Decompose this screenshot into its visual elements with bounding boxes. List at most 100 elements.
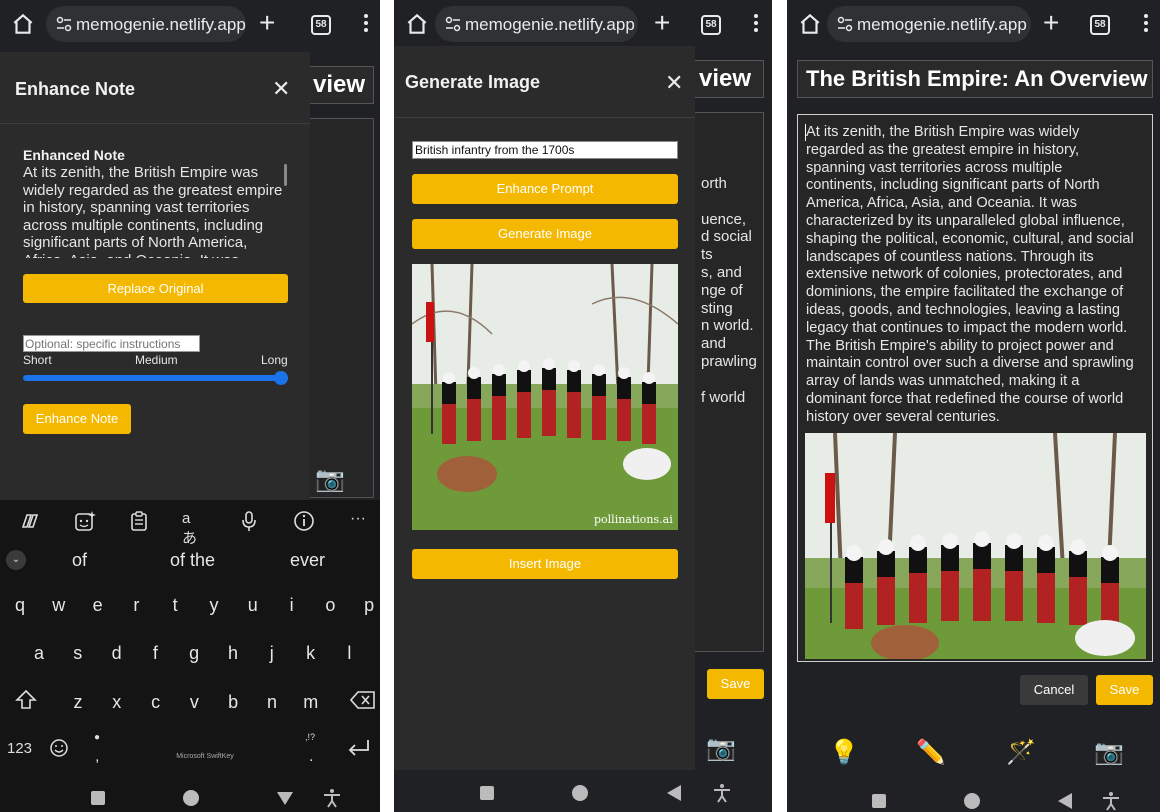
key-e[interactable]: e xyxy=(83,595,113,616)
space-bar[interactable]: Microsoft SwiftKey xyxy=(122,736,288,772)
info-icon[interactable] xyxy=(293,510,315,532)
accessibility-icon[interactable] xyxy=(322,788,342,808)
new-tab-icon[interactable]: + xyxy=(259,9,275,37)
key-m[interactable]: m xyxy=(296,692,326,713)
length-slider-track[interactable] xyxy=(23,375,288,381)
key-v[interactable]: v xyxy=(179,692,209,713)
site-settings-icon[interactable] xyxy=(837,16,853,32)
key-p[interactable]: p xyxy=(354,595,380,616)
key-s[interactable]: s xyxy=(63,643,93,664)
key-n[interactable]: n xyxy=(257,692,287,713)
note-editor[interactable]: At its zenith, the British Empire was wi… xyxy=(797,114,1153,662)
key-c[interactable]: c xyxy=(141,692,171,713)
copilot-icon[interactable] xyxy=(18,510,40,532)
close-icon[interactable]: ✕ xyxy=(665,70,683,96)
site-settings-icon[interactable] xyxy=(56,16,72,32)
tab-switcher-button[interactable]: 58 xyxy=(1090,15,1110,35)
key-b[interactable]: b xyxy=(218,692,248,713)
key-y[interactable]: y xyxy=(199,595,229,616)
key-t[interactable]: t xyxy=(160,595,190,616)
tab-switcher-button[interactable]: 58 xyxy=(701,15,721,35)
new-tab-icon[interactable]: + xyxy=(1043,9,1059,37)
key-o[interactable]: o xyxy=(315,595,345,616)
lightbulb-icon[interactable]: 💡 xyxy=(829,741,859,765)
nav-home-icon[interactable] xyxy=(572,785,588,801)
magic-wand-icon[interactable]: 🪄 xyxy=(1006,741,1036,765)
nav-back-icon[interactable] xyxy=(666,784,682,802)
microphone-icon[interactable] xyxy=(238,510,260,532)
key-l[interactable]: l xyxy=(334,643,364,664)
key-a[interactable]: a xyxy=(24,643,54,664)
numbers-key[interactable]: 123 xyxy=(7,740,32,757)
key-f[interactable]: f xyxy=(140,643,170,664)
key-k[interactable]: k xyxy=(296,643,326,664)
key-j[interactable]: j xyxy=(257,643,287,664)
key-i[interactable]: i xyxy=(277,595,307,616)
backspace-icon[interactable] xyxy=(350,690,376,710)
pencil-icon[interactable]: ✏️ xyxy=(916,741,946,765)
camera-icon[interactable]: 📷 xyxy=(1094,741,1124,765)
comma-key[interactable]: , xyxy=(95,748,99,766)
replace-original-button[interactable]: Replace Original xyxy=(23,274,288,303)
key-w[interactable]: w xyxy=(44,595,74,616)
period-key[interactable]: . xyxy=(309,748,313,766)
address-bar[interactable]: memogenie.netlify.app xyxy=(46,6,246,42)
background-text-fragment: sting xyxy=(701,299,733,317)
new-tab-icon[interactable]: + xyxy=(654,9,670,37)
camera-icon[interactable]: 📷 xyxy=(315,468,345,492)
enhance-prompt-button[interactable]: Enhance Prompt xyxy=(412,174,678,204)
suggestion-3[interactable]: ever xyxy=(290,550,325,571)
cancel-button[interactable]: Cancel xyxy=(1020,675,1088,705)
sticker-icon[interactable] xyxy=(74,510,96,532)
nav-hide-keyboard-icon[interactable] xyxy=(276,790,294,806)
tab-switcher-button[interactable]: 58 xyxy=(311,15,331,35)
note-title-input[interactable]: The British Empire: An Overview xyxy=(797,60,1153,98)
instructions-input[interactable] xyxy=(23,335,200,352)
key-h[interactable]: h xyxy=(218,643,248,664)
nav-recents-icon[interactable] xyxy=(91,791,105,805)
site-settings-icon[interactable] xyxy=(445,16,461,32)
key-u[interactable]: u xyxy=(238,595,268,616)
save-button[interactable]: Save xyxy=(1096,675,1153,705)
more-menu-icon[interactable] xyxy=(364,14,368,36)
home-icon[interactable] xyxy=(404,11,430,37)
image-prompt-input[interactable]: British infantry from the 1700s xyxy=(412,141,678,159)
emoji-icon[interactable] xyxy=(49,738,69,758)
collapse-suggestions-icon[interactable]: ⌄ xyxy=(6,550,26,570)
scrollbar-thumb[interactable] xyxy=(284,164,287,186)
key-g[interactable]: g xyxy=(179,643,209,664)
suggestion-2[interactable]: of the xyxy=(170,550,215,571)
address-bar[interactable]: memogenie.netlify.app xyxy=(435,6,638,42)
enhance-note-button[interactable]: Enhance Note xyxy=(23,404,131,434)
key-d[interactable]: d xyxy=(102,643,132,664)
home-icon[interactable] xyxy=(10,11,36,37)
key-q[interactable]: q xyxy=(5,595,35,616)
home-icon[interactable] xyxy=(797,11,823,37)
length-slider-thumb[interactable] xyxy=(274,371,288,385)
more-menu-icon[interactable] xyxy=(754,14,758,36)
translate-icon[interactable]: aあ xyxy=(182,510,204,547)
insert-image-button[interactable]: Insert Image xyxy=(412,549,678,579)
close-icon[interactable]: ✕ xyxy=(272,76,290,102)
key-z[interactable]: z xyxy=(63,692,93,713)
clipboard-icon[interactable] xyxy=(128,510,150,532)
more-icon[interactable]: ··· xyxy=(350,510,372,532)
nav-back-icon[interactable] xyxy=(1057,792,1073,810)
shift-icon[interactable] xyxy=(14,688,38,712)
nav-home-icon[interactable] xyxy=(183,790,199,806)
address-bar[interactable]: memogenie.netlify.app xyxy=(827,6,1031,42)
key-x[interactable]: x xyxy=(102,692,132,713)
accessibility-icon[interactable] xyxy=(712,783,732,803)
key-r[interactable]: r xyxy=(121,595,151,616)
suggestion-1[interactable]: of xyxy=(72,550,87,571)
nav-recents-icon[interactable] xyxy=(872,794,886,808)
enter-icon[interactable] xyxy=(347,738,371,758)
nav-home-icon[interactable] xyxy=(964,793,980,809)
more-menu-icon[interactable] xyxy=(1144,14,1148,36)
generate-image-button[interactable]: Generate Image xyxy=(412,219,678,249)
nav-recents-icon[interactable] xyxy=(480,786,494,800)
accessibility-icon[interactable] xyxy=(1101,791,1121,811)
enhanced-note-text[interactable]: At its zenith, the British Empire was wid… xyxy=(23,164,293,258)
camera-icon[interactable]: 📷 xyxy=(706,737,736,761)
background-save-button[interactable]: Save xyxy=(707,669,764,699)
